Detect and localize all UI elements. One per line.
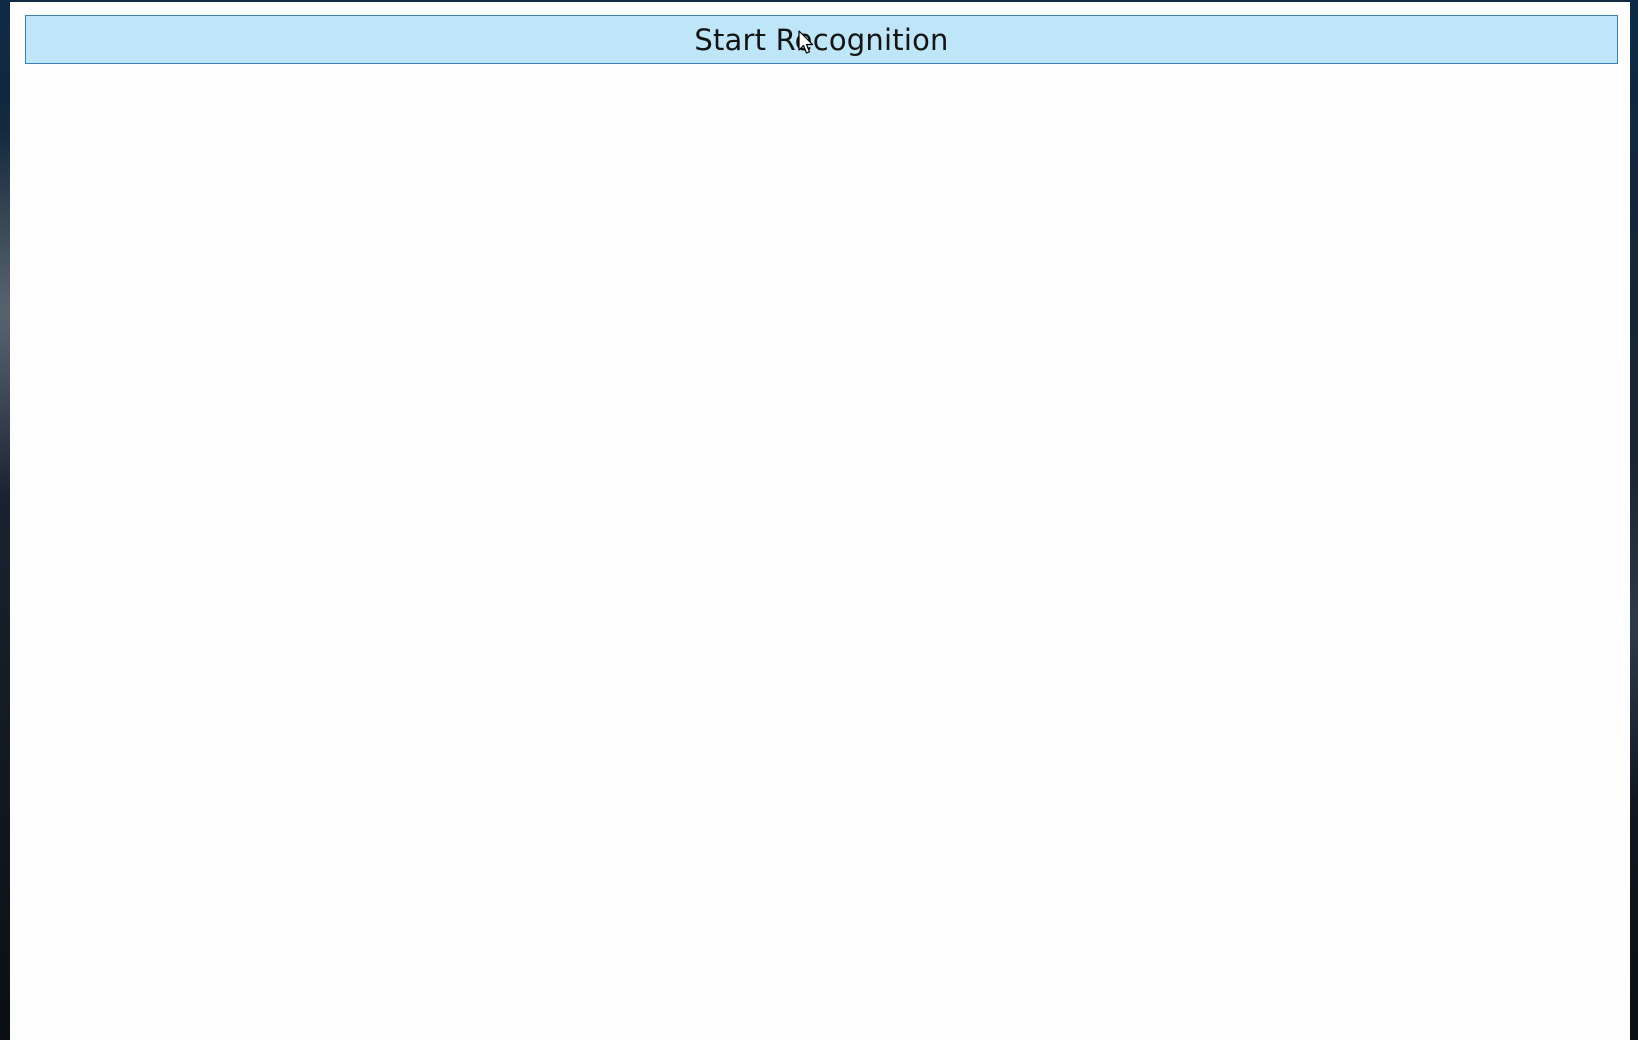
app-window: Start Recognition <box>10 2 1630 1040</box>
start-recognition-button[interactable]: Start Recognition <box>25 15 1618 64</box>
recognition-output-area <box>25 72 1618 1032</box>
